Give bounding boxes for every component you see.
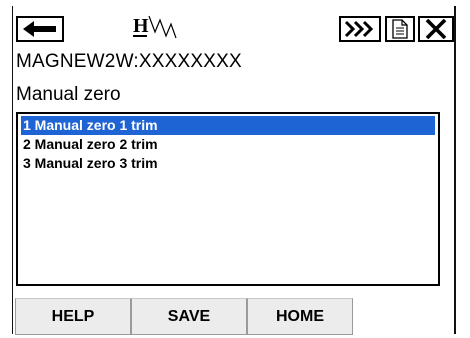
menu-item-manual-zero-3-trim[interactable]: 3 Manual zero 3 trim <box>21 154 158 173</box>
hart-logo-letter: H <box>133 15 149 37</box>
hart-logo: H <box>129 12 199 44</box>
close-button[interactable] <box>418 16 454 42</box>
close-icon <box>425 19 447 39</box>
save-button[interactable]: SAVE <box>131 298 247 335</box>
help-button[interactable]: HELP <box>15 298 131 335</box>
document-icon <box>392 19 408 39</box>
menu-item-manual-zero-2-trim[interactable]: 2 Manual zero 2 trim <box>21 135 158 154</box>
screen-title: Manual zero <box>16 84 121 105</box>
home-button[interactable]: HOME <box>247 298 353 335</box>
menu-list[interactable]: 1 Manual zero 1 trim 2 Manual zero 2 tri… <box>16 112 440 286</box>
document-button[interactable] <box>385 16 415 42</box>
left-arrow-icon <box>23 21 56 37</box>
fast-forward-icon <box>344 20 374 38</box>
left-border <box>12 6 13 334</box>
device-tag: MAGNEW2W:XXXXXXXX <box>16 51 242 72</box>
back-button[interactable] <box>16 16 64 42</box>
right-border <box>454 6 456 334</box>
menu-item-manual-zero-1-trim[interactable]: 1 Manual zero 1 trim <box>21 116 435 135</box>
fast-forward-button[interactable] <box>339 16 381 42</box>
